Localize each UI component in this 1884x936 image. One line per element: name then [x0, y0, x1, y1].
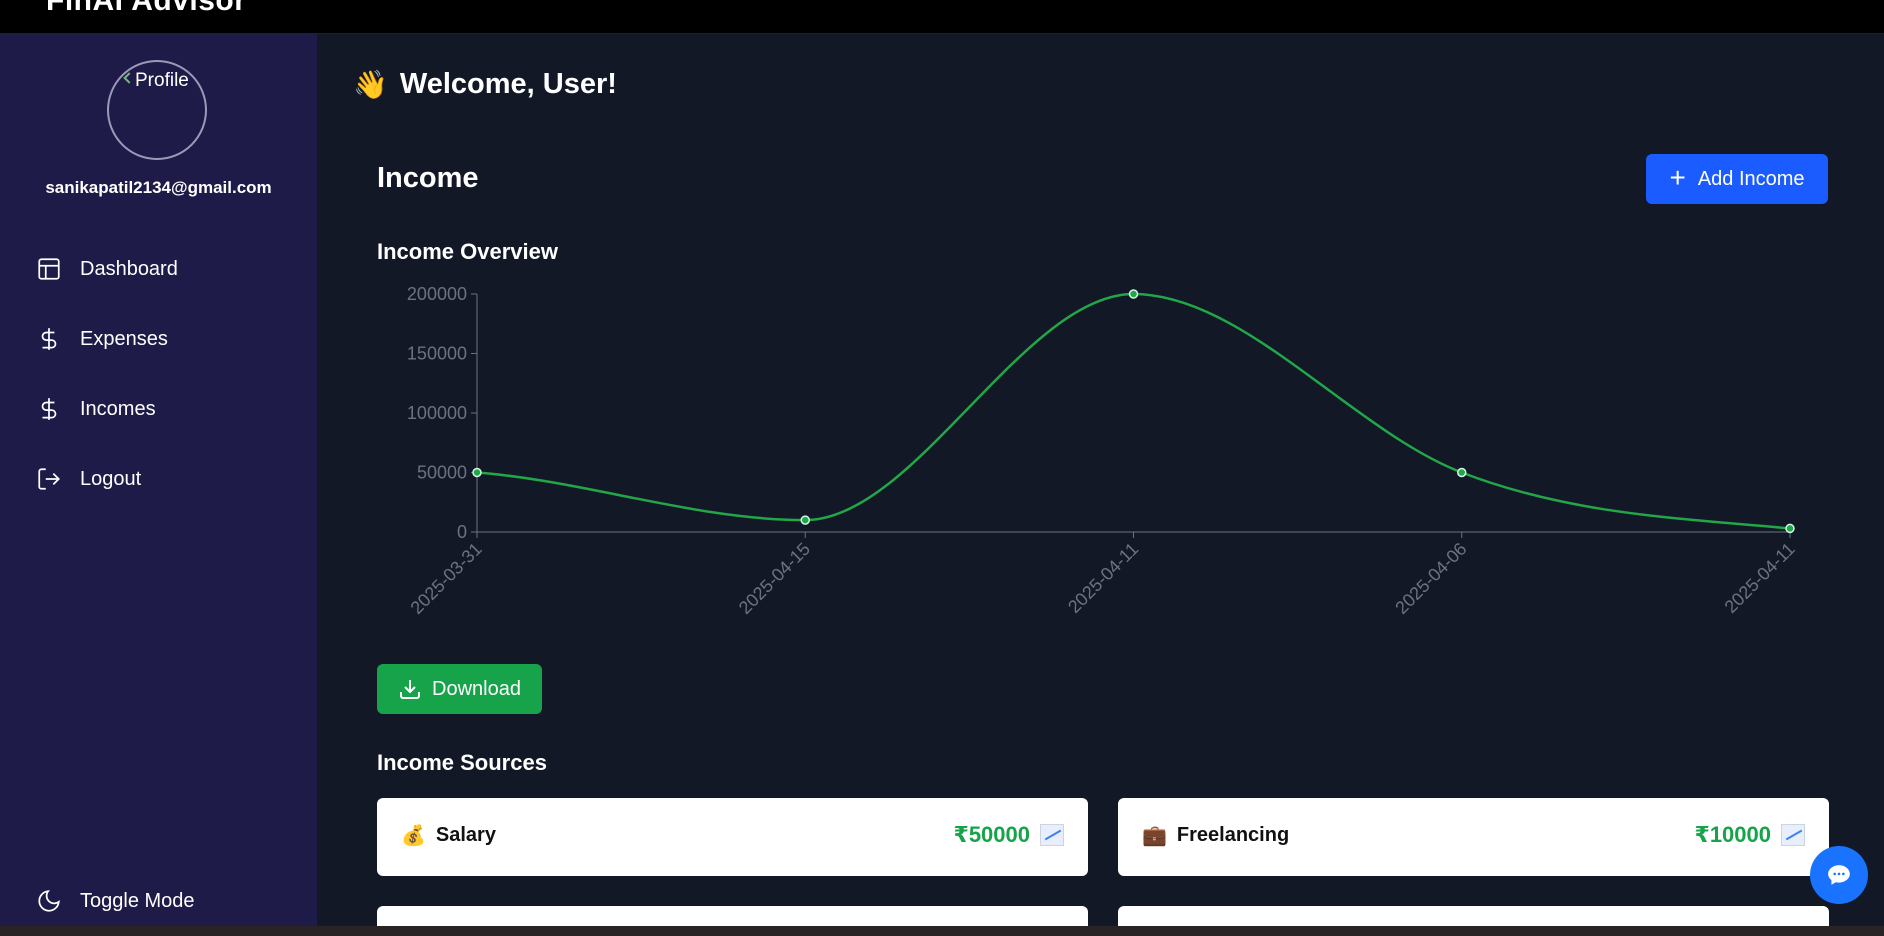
y-tick-label: 0 [457, 522, 467, 542]
main-content: 👋 Welcome, User! Income + Add Income Inc… [317, 34, 1884, 936]
source-amount-value: ₹10000 [1694, 822, 1771, 847]
source-amount-value: ₹50000 [953, 822, 1030, 847]
sidebar: Profile sanikapatil2134@gmail.com Dashbo… [0, 34, 317, 926]
x-tick-label: 2025-04-11 [1064, 539, 1142, 617]
moon-icon [38, 890, 60, 912]
x-tick-label: 2025-03-31 [407, 539, 486, 618]
download-button[interactable]: Download [377, 664, 542, 714]
source-category: 💰 Salary [401, 823, 496, 848]
sidebar-item-label: Expenses [80, 327, 168, 350]
chart-increasing-icon [1040, 824, 1064, 846]
sidebar-item-label: Dashboard [80, 257, 178, 280]
y-tick-label: 50000 [417, 463, 467, 483]
y-tick-label: 150000 [407, 344, 467, 364]
income-sources-title: Income Sources [377, 750, 547, 775]
avatar-alt-label: Profile [135, 70, 189, 91]
sidebar-item-logout[interactable]: Logout [36, 466, 141, 492]
sidebar-item-expenses[interactable]: Expenses [36, 326, 168, 352]
logout-icon [38, 468, 60, 490]
avatar-alt-text: Profile [123, 70, 189, 92]
x-tick-label: 2025-04-11 [1721, 539, 1799, 617]
source-category-label: Freelancing [1176, 824, 1290, 846]
dollar-icon [41, 328, 57, 350]
income-source-card[interactable]: 💼 Freelancing ₹10000 [1118, 798, 1829, 876]
source-category-label: Salary [435, 824, 496, 846]
top-bar: FinAI Advisor [0, 0, 1884, 34]
data-point [1785, 523, 1795, 534]
avatar[interactable]: Profile [107, 60, 207, 160]
toggle-mode-button[interactable]: Toggle Mode [36, 888, 195, 914]
data-point [800, 515, 810, 525]
briefcase-icon: 💼 [1142, 825, 1167, 847]
dollar-icon [41, 398, 57, 420]
y-tick-label: 100000 [407, 403, 467, 423]
data-point [1457, 467, 1467, 478]
sidebar-item-dashboard[interactable]: Dashboard [36, 256, 178, 282]
download-label: Download [432, 677, 521, 700]
x-tick-label: 2025-04-15 [735, 539, 814, 618]
chat-button[interactable] [1810, 846, 1868, 904]
download-icon [400, 680, 421, 699]
income-source-card[interactable]: 💰 Salary ₹50000 [377, 798, 1088, 876]
layout-icon [38, 258, 60, 280]
toggle-mode-label: Toggle Mode [80, 889, 195, 912]
sidebar-item-label: Logout [80, 467, 142, 490]
source-category: 💼 Freelancing [1142, 823, 1289, 848]
chat-bubble-icon [1828, 865, 1850, 885]
sidebar-item-label: Incomes [80, 397, 156, 420]
money-bag-icon: 💰 [401, 825, 426, 847]
broken-image-icon [123, 72, 135, 84]
x-tick-label: 2025-04-06 [1391, 539, 1470, 618]
chart-increasing-icon [1781, 824, 1805, 846]
user-email: sanikapatil2134@gmail.com [45, 178, 272, 197]
income-chart: 0 50000 100000 150000 200000 2025-03-31 2025-0… [407, 284, 1799, 618]
sidebar-item-incomes[interactable]: Incomes [36, 396, 156, 422]
data-point [1128, 289, 1139, 299]
bottom-strip [0, 926, 1884, 936]
data-point [472, 467, 482, 478]
y-tick-label: 200000 [407, 284, 467, 304]
source-amount: ₹50000 [954, 822, 1064, 848]
app-brand: FinAI Advisor [46, 0, 247, 17]
income-series-line [476, 292, 1791, 530]
source-amount: ₹10000 [1695, 822, 1805, 848]
